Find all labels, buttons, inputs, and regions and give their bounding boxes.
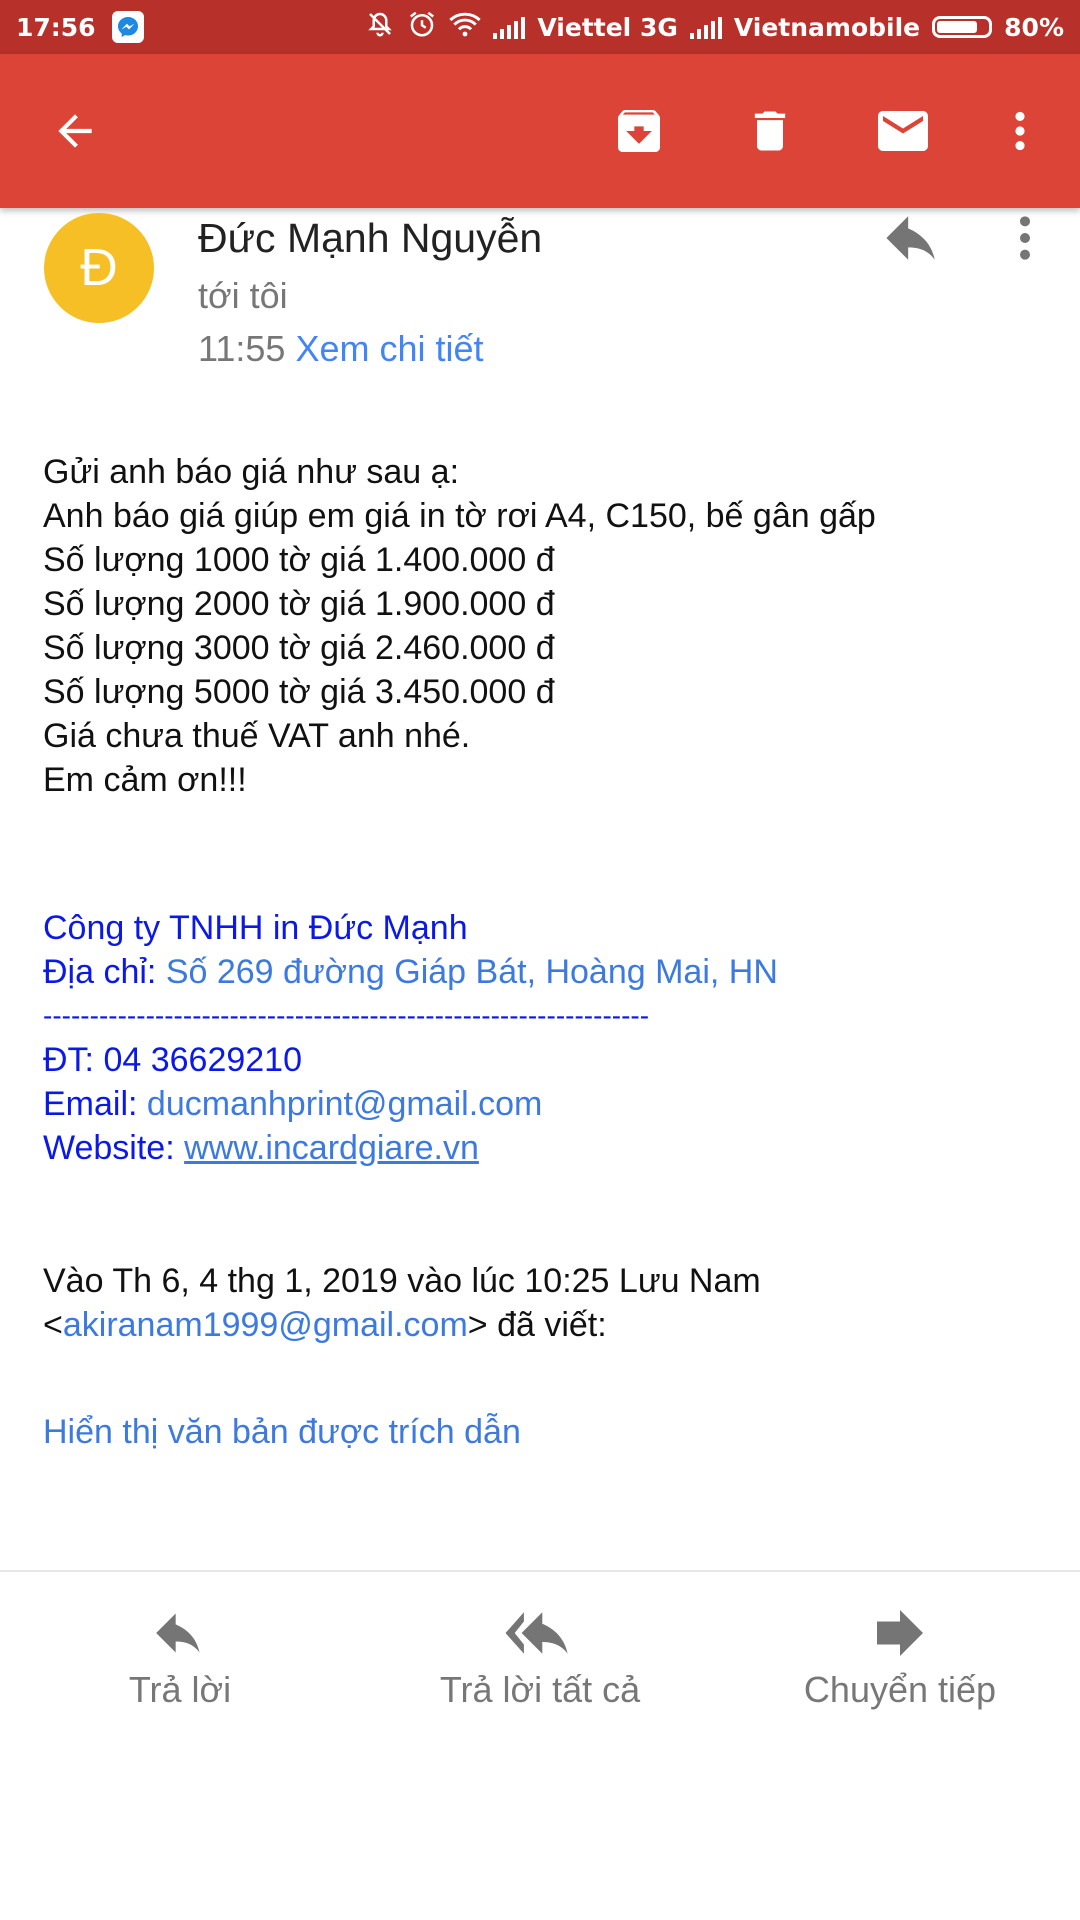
email-link[interactable]: ducmanhprint@gmail.com: [147, 1085, 542, 1123]
header-reply-button[interactable]: [878, 208, 948, 268]
reply-all-icon: [505, 1605, 575, 1661]
divider: [0, 1570, 1080, 1572]
signature-phone[interactable]: ĐT: 04 36629210: [43, 1038, 778, 1082]
address-label: Địa chỉ:: [43, 953, 157, 991]
body-line: Số lượng 3000 tờ giá 2.460.000 đ: [43, 629, 555, 667]
quote-close: > đã viết:: [467, 1306, 607, 1344]
reply-all-label: Trả lời tất cả: [439, 1669, 641, 1710]
signature-website: Website: www.incardgiare.vn: [43, 1126, 778, 1170]
signature-separator: ----------------------------------------…: [43, 1000, 650, 1031]
signature-email: Email: ducmanhprint@gmail.com: [43, 1082, 778, 1126]
body-line: Gửi anh báo giá như sau ạ:: [43, 453, 460, 491]
quote-header-line: Vào Th 6, 4 thg 1, 2019 vào lúc 10:25 Lư…: [43, 1262, 761, 1300]
back-button[interactable]: [30, 86, 120, 176]
wifi-icon: [449, 10, 482, 44]
forward-button[interactable]: Chuyển tiếp: [790, 1605, 1010, 1735]
reply-icon: [154, 1605, 206, 1661]
archive-button[interactable]: [594, 86, 684, 176]
body-line: Số lượng 5000 tờ giá 3.450.000 đ: [43, 673, 555, 711]
time-row: 11:55 Xem chi tiết: [198, 328, 484, 370]
reply-button[interactable]: Trả lời: [100, 1605, 260, 1735]
quote-email-link[interactable]: akiranam1999@gmail.com: [63, 1306, 468, 1344]
reply-label: Trả lời: [128, 1669, 232, 1710]
header-more-button[interactable]: [1000, 208, 1050, 268]
recipient-label: tới tôi: [198, 275, 288, 316]
forward-icon: [876, 1605, 924, 1661]
body-line: Số lượng 1000 tờ giá 1.400.000 đ: [43, 541, 555, 579]
more-options-button[interactable]: [975, 86, 1065, 176]
quote-header-line: <akiranam1999@gmail.com> đã viết:: [43, 1303, 761, 1347]
signature-address: Địa chỉ: Số 269 đường Giáp Bát, Hoàng Ma…: [43, 950, 778, 994]
body-line: Số lượng 2000 tờ giá 1.900.000 đ: [43, 585, 555, 623]
sender-name: Đức Mạnh Nguyễn: [198, 215, 543, 261]
archive-icon: [618, 110, 660, 152]
carrier-2: Vietnamobile: [733, 12, 921, 42]
body-line: Anh báo giá giúp em giá in tờ rơi A4, C1…: [43, 497, 876, 535]
trash-icon: [754, 111, 786, 151]
body-line: Giá chưa thuế VAT anh nhé.: [43, 717, 471, 755]
delete-button[interactable]: [725, 86, 815, 176]
signal-icon: [689, 15, 722, 39]
body-line: Em cảm ơn!!!: [43, 761, 247, 799]
signal-icon: [493, 15, 526, 39]
forward-label: Chuyển tiếp: [803, 1669, 997, 1710]
alarm-icon: [407, 9, 437, 45]
more-vert-icon: [1020, 216, 1030, 260]
mail-icon: [878, 111, 928, 151]
app-toolbar: [0, 54, 1080, 208]
back-arrow-icon: [58, 114, 92, 148]
status-time: 17:56: [16, 12, 96, 42]
mark-unread-button[interactable]: [858, 86, 948, 176]
show-quoted-text-link[interactable]: Hiển thị văn bản được trích dẫn: [43, 1413, 521, 1452]
status-bar: 17:56 Viettel 3G Vietnamobile 80%: [0, 0, 1080, 54]
website-link[interactable]: www.incardgiare.vn: [184, 1129, 479, 1167]
signature-company: Công ty TNHH in Đức Mạnh: [43, 909, 468, 947]
received-time: 11:55: [198, 328, 286, 369]
view-details-link[interactable]: Xem chi tiết: [295, 328, 483, 369]
website-label: Website:: [43, 1129, 175, 1167]
battery-level: [937, 21, 978, 33]
quote-header: Vào Th 6, 4 thg 1, 2019 vào lúc 10:25 Lư…: [43, 1259, 761, 1347]
reply-all-button[interactable]: Trả lời tất cả: [420, 1605, 660, 1735]
avatar[interactable]: Đ: [44, 213, 154, 323]
address-link[interactable]: Số 269 đường Giáp Bát, Hoàng Mai, HN: [166, 953, 778, 991]
signature-block: Công ty TNHH in Đức Mạnh Địa chỉ: Số 269…: [43, 906, 778, 1170]
email-label: Email:: [43, 1085, 138, 1123]
message-body: Gửi anh báo giá như sau ạ: Anh báo giá g…: [43, 450, 876, 802]
reply-icon: [886, 216, 935, 260]
messenger-icon: [111, 11, 144, 43]
battery-percent: 80%: [1004, 12, 1064, 42]
more-vert-icon: [1015, 111, 1025, 151]
mute-icon: [365, 9, 395, 45]
quote-open: <: [43, 1306, 63, 1344]
carrier-1: Viettel 3G: [537, 12, 678, 42]
battery-icon: [932, 16, 993, 38]
